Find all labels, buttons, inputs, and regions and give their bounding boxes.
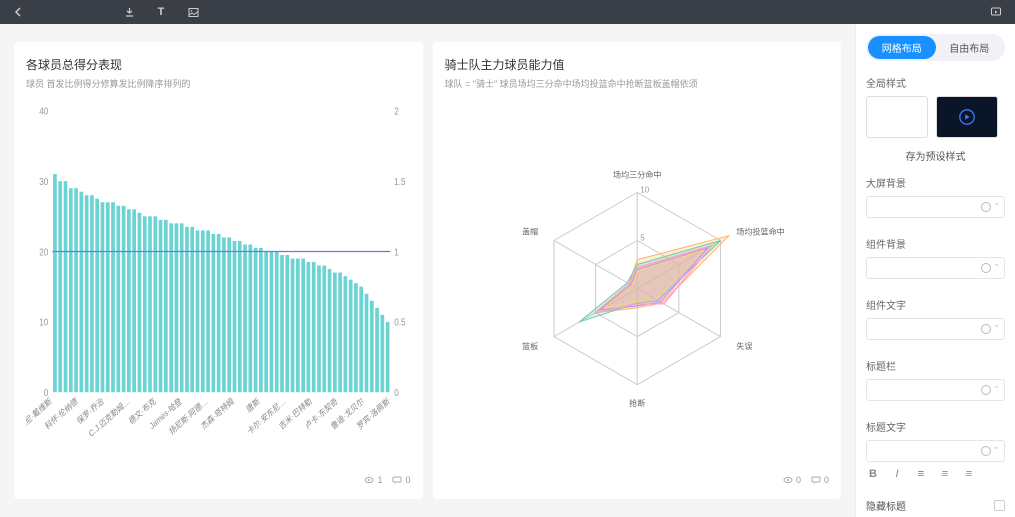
panel-footer: 1 0	[26, 475, 411, 485]
italic-icon[interactable]: I	[890, 468, 904, 480]
view-count: 1	[364, 475, 382, 485]
prop-comp-bg-label: 组件背景	[866, 236, 1005, 251]
svg-text:1: 1	[394, 246, 399, 257]
tab-grid-layout[interactable]: 网格布局	[868, 36, 936, 59]
bar-chart-panel[interactable]: 各球员总得分表现 球员 首发比例得分修算发比例降序排列的 0 10 20 30 40 0 0…	[14, 42, 423, 499]
theme-light[interactable]	[866, 96, 928, 138]
svg-text:失误: 失误	[736, 341, 752, 351]
layout-tabs: 网格布局 自由布局	[866, 34, 1005, 61]
comment-count: 0	[811, 475, 829, 485]
text-icon[interactable]: T	[154, 5, 168, 19]
tab-free-layout[interactable]: 自由布局	[936, 36, 1004, 59]
hide-title-row: 隐藏标题	[866, 498, 1005, 513]
align-left-icon[interactable]: ≡	[914, 468, 928, 480]
svg-text:2: 2	[394, 106, 399, 117]
prop-screen-bg-label: 大屏背景	[866, 175, 1005, 190]
import-icon[interactable]	[122, 5, 136, 19]
comment-count: 0	[392, 475, 410, 485]
main: 各球员总得分表现 球员 首发比例得分修算发比例降序排列的 01020304000…	[0, 24, 1015, 517]
svg-text:唐斯: 唐斯	[245, 395, 262, 414]
svg-text:抢断: 抢断	[629, 398, 645, 408]
align-right-icon[interactable]: ≡	[962, 468, 976, 480]
global-style-label: 全局样式	[866, 75, 1005, 90]
theme-presets	[866, 96, 1005, 138]
svg-text:盖帽: 盖帽	[522, 226, 538, 236]
svg-text:场均三分命中: 场均三分命中	[613, 169, 661, 179]
prop-title-text-label: 标题文字	[866, 419, 1005, 434]
prop-comp-text-label: 组件文字	[866, 297, 1005, 312]
preview-icon[interactable]	[989, 5, 1003, 19]
svg-text:20: 20	[39, 246, 48, 257]
back-icon[interactable]	[12, 5, 26, 19]
svg-text:0.5: 0.5	[394, 317, 405, 328]
prop-title-bar-select[interactable]: ˇ	[866, 379, 1005, 401]
align-center-icon[interactable]: ≡	[938, 468, 952, 480]
text-format-tools: B I ≡ ≡ ≡	[866, 468, 1005, 480]
prop-title-text-select[interactable]: ˇ	[866, 440, 1005, 462]
style-sidebar: 网格布局 自由布局 全局样式 存为预设样式 大屏背景 ˇ 组件背景 ˇ 组件文字…	[855, 24, 1015, 517]
prop-title-bar-label: 标题栏	[866, 358, 1005, 373]
prop-comp-text-select[interactable]: ˇ	[866, 318, 1005, 340]
prop-comp-bg-select[interactable]: ˇ	[866, 257, 1005, 279]
radar-chart: 5 10 场均三分命中场均投篮命中失误抢断 篮板 盖帽	[445, 98, 830, 469]
svg-text:10: 10	[640, 185, 649, 194]
image-icon[interactable]	[186, 5, 200, 19]
svg-text:篮板: 篮板	[522, 341, 538, 351]
svg-text:30: 30	[39, 176, 48, 187]
canvas-area: 各球员总得分表现 球员 首发比例得分修算发比例降序排列的 01020304000…	[0, 24, 855, 517]
svg-text:0: 0	[394, 387, 399, 398]
svg-text:40: 40	[39, 106, 48, 117]
panel-footer: 0 0	[445, 475, 830, 485]
svg-text:场均投篮命中: 场均投篮命中	[736, 226, 784, 236]
theme-dark[interactable]	[936, 96, 998, 138]
panel-subtitle: 球队 = "骑士" 球员场均三分命中场均投篮命中抢断篮板盖帽依须	[445, 77, 830, 90]
hide-title-label: 隐藏标题	[866, 498, 906, 513]
svg-text:5: 5	[640, 233, 645, 242]
panel-title: 骑士队主力球员能力值	[445, 56, 830, 73]
svg-text:10: 10	[39, 317, 48, 328]
bold-icon[interactable]: B	[866, 468, 880, 480]
view-count: 0	[783, 475, 801, 485]
topbar: T	[0, 0, 1015, 24]
panel-title: 各球员总得分表现	[26, 56, 411, 73]
hide-title-checkbox[interactable]	[994, 500, 1005, 511]
save-preset-button[interactable]: 存为预设样式	[866, 148, 1005, 163]
prop-screen-bg-select[interactable]: ˇ	[866, 196, 1005, 218]
svg-text:1.5: 1.5	[394, 176, 405, 187]
radar-chart-panel[interactable]: 骑士队主力球员能力值 球队 = "骑士" 球员场均三分命中场均投篮命中抢断篮板盖…	[433, 42, 842, 499]
bar-chart: 01020304000.511.52安东尼·戴维斯科怀·伦纳德保罗·乔治C.J.…	[26, 98, 411, 469]
panel-subtitle: 球员 首发比例得分修算发比例降序排列的	[26, 77, 411, 90]
